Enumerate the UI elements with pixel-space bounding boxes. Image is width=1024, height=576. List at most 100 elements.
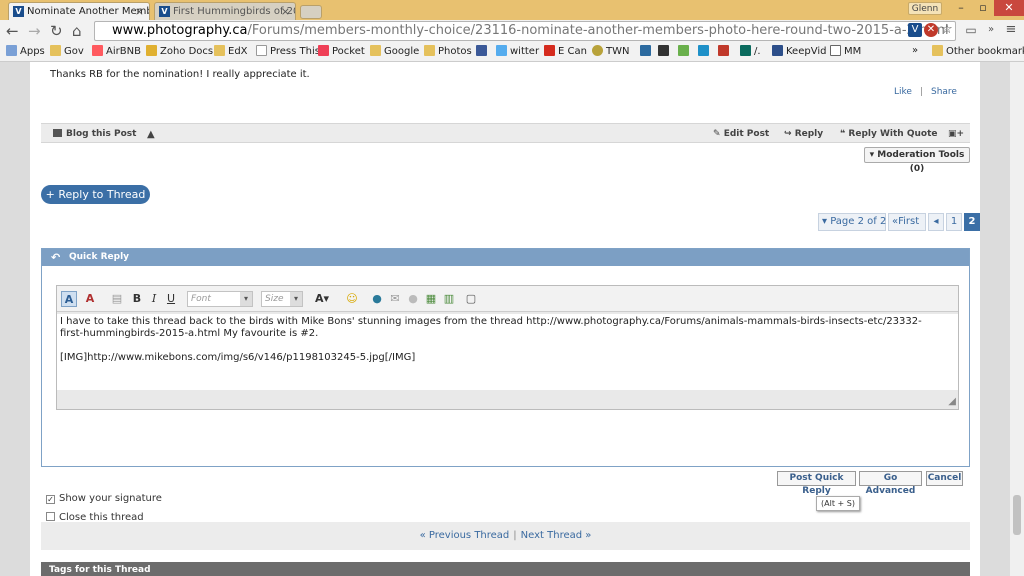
bookmark-ext-2[interactable] xyxy=(658,45,672,57)
reply-arrow-icon: ↶ xyxy=(51,251,61,264)
previous-thread-link[interactable]: « Previous Thread xyxy=(420,530,510,541)
window-close-icon[interactable]: ✕ xyxy=(994,0,1024,16)
bookmark-ext-1[interactable] xyxy=(640,45,654,57)
bookmarks-overflow-icon[interactable]: » xyxy=(912,45,918,56)
paste-icon[interactable]: ▤ xyxy=(109,291,125,307)
cancel-button[interactable]: Cancel xyxy=(926,471,963,486)
checkbox-unchecked[interactable] xyxy=(46,512,55,521)
browser-titlebar: V Nominate Another Memb × V First Hummin… xyxy=(0,0,1024,20)
blog-post-link[interactable]: Blog this Post xyxy=(53,129,136,139)
minimize-icon[interactable]: – xyxy=(950,0,972,16)
bookmark-photos[interactable]: Photos xyxy=(424,45,472,57)
italic-icon[interactable]: I xyxy=(148,291,160,307)
scrollbar-thumb[interactable] xyxy=(1013,495,1021,535)
insert-image-icon[interactable]: ▦ xyxy=(424,291,438,307)
extension-v-icon[interactable]: V xyxy=(908,23,922,37)
insert-video-icon[interactable]: ▥ xyxy=(442,291,456,307)
bookmark-twitter[interactable]: witter xyxy=(496,45,539,57)
bookmark-slashdot[interactable]: /. xyxy=(740,45,761,57)
user-profile-button[interactable]: Glenn xyxy=(908,2,942,15)
toggle-wysiwyg-icon[interactable]: A xyxy=(61,291,77,307)
go-advanced-button[interactable]: Go Advanced xyxy=(859,471,922,496)
separator: | xyxy=(919,87,923,97)
smiley-icon[interactable]: ☺ xyxy=(344,291,360,307)
font-select[interactable]: Font ▾ xyxy=(187,291,253,307)
menu-icon[interactable]: ≡ xyxy=(1004,23,1018,37)
message-line: first-hummingbirds-2015-a.html My favour… xyxy=(60,328,319,339)
close-icon[interactable]: × xyxy=(135,5,144,18)
more-extensions-icon[interactable]: » xyxy=(984,23,998,37)
home-icon[interactable]: ⌂ xyxy=(72,22,82,40)
tab-hummingbirds[interactable]: V First Hummingbirds of 20 × xyxy=(154,2,296,20)
bookmark-pocket[interactable]: Pocket xyxy=(318,45,365,57)
pencil-icon: ✎ xyxy=(713,129,724,139)
unlink-icon[interactable]: ● xyxy=(406,291,420,307)
star-icon[interactable]: ☆ xyxy=(940,23,954,37)
editor-toolbar: A A ▤ B I U Font ▾ Size ▾ A▾ ☺ ● ✉ ● ▦ ▥ ▢ xyxy=(57,286,958,312)
resize-handle-icon[interactable]: ◢ xyxy=(948,396,956,407)
moderation-tools-dropdown[interactable]: ▾ Moderation Tools (0) xyxy=(864,147,970,174)
close-icon[interactable]: × xyxy=(281,5,290,18)
report-warning-icon[interactable]: ▲ xyxy=(147,129,155,140)
size-select[interactable]: Size ▾ xyxy=(261,291,303,307)
maximize-icon[interactable]: ▫ xyxy=(972,0,994,16)
show-signature-option[interactable]: ✓ Show your signature xyxy=(46,493,162,504)
checkbox-checked[interactable]: ✓ xyxy=(46,495,55,504)
reply-to-thread-button[interactable]: + Reply to Thread xyxy=(41,185,150,204)
bookmark-ext-5[interactable] xyxy=(718,45,732,57)
airbnb-icon xyxy=(92,45,103,56)
bold-icon[interactable]: B xyxy=(131,291,143,307)
folder-icon xyxy=(214,45,225,56)
bookmark-ecan[interactable]: E Can xyxy=(544,45,587,57)
quote-bubble-icon[interactable]: ▢ xyxy=(464,291,478,307)
pocket-icon xyxy=(318,45,329,56)
extension-stop-icon[interactable]: ✕ xyxy=(924,23,938,37)
page-link-1[interactable]: 1 xyxy=(946,213,962,231)
multi-quote-icon[interactable]: ▣+ xyxy=(948,129,964,139)
back-icon[interactable]: ← xyxy=(6,22,19,40)
bookmark-edx[interactable]: EdX xyxy=(214,45,248,57)
bookmark-twn[interactable]: TWN xyxy=(592,45,629,57)
reply-button[interactable]: ↪ Reply xyxy=(784,129,823,139)
bookmark-keepvid[interactable]: KeepVid xyxy=(772,45,826,57)
bookmark-facebook[interactable] xyxy=(476,45,490,57)
reply-with-quote-button[interactable]: ❝ Reply With Quote xyxy=(840,129,938,139)
tab-nominate[interactable]: V Nominate Another Memb × xyxy=(8,2,150,20)
bookmark-press-this[interactable]: Press This xyxy=(256,45,320,57)
bookmark-google[interactable]: Google xyxy=(370,45,419,57)
post-quick-reply-button[interactable]: Post Quick Reply xyxy=(777,471,856,496)
weather-icon xyxy=(592,45,603,56)
address-bar[interactable]: www.photography.ca/Forums/members-monthl… xyxy=(94,21,956,41)
folder-icon xyxy=(370,45,381,56)
bookmark-icon xyxy=(698,45,709,56)
first-page-link[interactable]: «First xyxy=(888,213,926,231)
email-icon[interactable]: ✉ xyxy=(388,291,402,307)
quick-reply-header[interactable]: ↶ Quick Reply xyxy=(42,249,969,266)
bookmark-ext-3[interactable] xyxy=(678,45,692,57)
message-textarea[interactable]: I have to take this thread back to the b… xyxy=(57,314,958,390)
forward-icon[interactable]: → xyxy=(28,22,41,40)
share-link[interactable]: Share xyxy=(931,87,957,97)
bookmark-ext-4[interactable] xyxy=(698,45,712,57)
page-of-dropdown[interactable]: ▾ Page 2 of 2 xyxy=(818,213,886,231)
page-scrollbar[interactable] xyxy=(1010,62,1024,576)
new-tab-button[interactable] xyxy=(300,5,322,19)
reload-icon[interactable]: ↻ xyxy=(50,22,63,40)
edit-post-button[interactable]: ✎ Edit Post xyxy=(713,129,769,139)
link-icon[interactable]: ● xyxy=(370,291,384,307)
bookmark-mm[interactable]: MM xyxy=(830,45,861,57)
bookmark-zoho[interactable]: Zoho Docs xyxy=(146,45,213,57)
like-link[interactable]: Like xyxy=(894,87,912,97)
previous-page-icon[interactable]: ◂ xyxy=(928,213,944,231)
bookmark-gov[interactable]: Gov xyxy=(50,45,84,57)
next-thread-link[interactable]: Next Thread » xyxy=(521,530,592,541)
cast-icon[interactable]: ▭ xyxy=(964,23,978,37)
other-bookmarks[interactable]: Other bookmarks xyxy=(932,45,1024,57)
underline-icon[interactable]: U xyxy=(165,291,177,307)
text-color-icon[interactable]: A▾ xyxy=(311,291,333,307)
bookmark-airbnb[interactable]: AirBNB xyxy=(92,45,141,57)
remove-format-icon[interactable]: A xyxy=(82,291,98,307)
rich-text-editor: A A ▤ B I U Font ▾ Size ▾ A▾ ☺ ● ✉ ● ▦ ▥ ▢ xyxy=(56,285,959,410)
bookmark-apps[interactable]: Apps xyxy=(6,45,45,57)
bookmarks-bar: Apps Gov AirBNB Zoho Docs EdX Press This… xyxy=(0,42,1024,62)
